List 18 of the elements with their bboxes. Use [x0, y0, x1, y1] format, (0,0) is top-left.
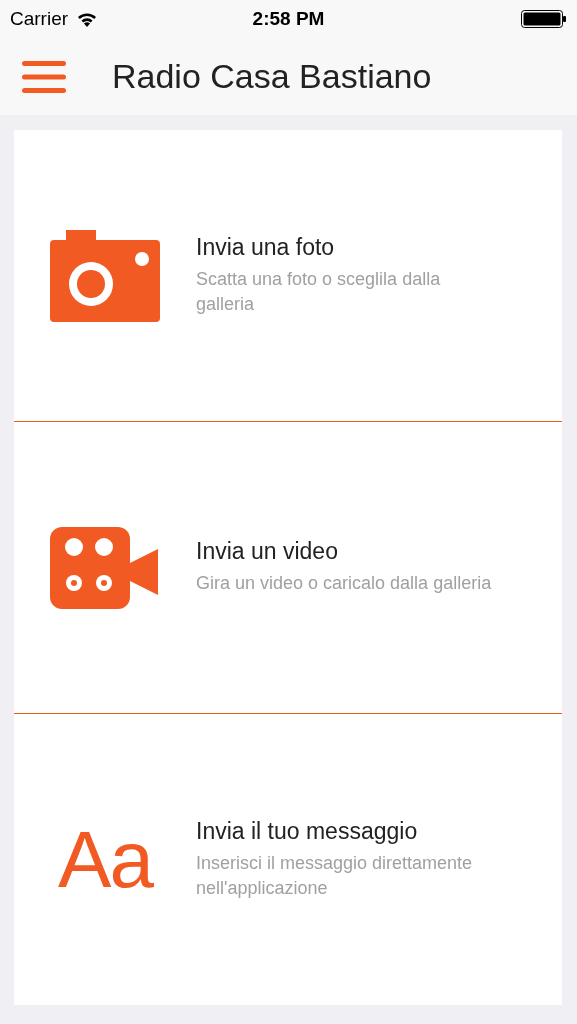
camera-icon	[50, 229, 160, 322]
battery-icon	[521, 10, 567, 28]
option-row[interactable]: Aa Invia il tuo messaggio Inserisci il messaggio direttamente nell'applicazione	[14, 714, 562, 1005]
time-label: 2:58 PM	[252, 8, 325, 30]
carrier-label: Carrier	[10, 8, 69, 30]
option-row[interactable]: Invia una foto Scatta una foto o sceglila dalla galleria	[14, 130, 562, 422]
option-title: Invia un video	[196, 538, 339, 566]
wifi-icon	[76, 11, 99, 27]
option-description: Inserisci il messaggio direttamente nell'applicazione	[196, 851, 474, 900]
option-description: Scatta una foto o sceglila dalla galleria	[196, 267, 442, 316]
option-title: Invia una foto	[196, 233, 336, 261]
app-title: Radio Casa Bastiano	[112, 57, 432, 96]
option-row[interactable]: Invia un video Gira un video o caricalo dalla galleria	[14, 422, 562, 714]
option-title: Invia il tuo messaggio	[196, 817, 419, 845]
video-camera-icon	[50, 526, 160, 609]
menu-button[interactable]	[22, 60, 66, 93]
option-description: Gira un video o caricalo dalla galleria	[196, 572, 493, 596]
text-icon: Aa	[58, 819, 152, 900]
